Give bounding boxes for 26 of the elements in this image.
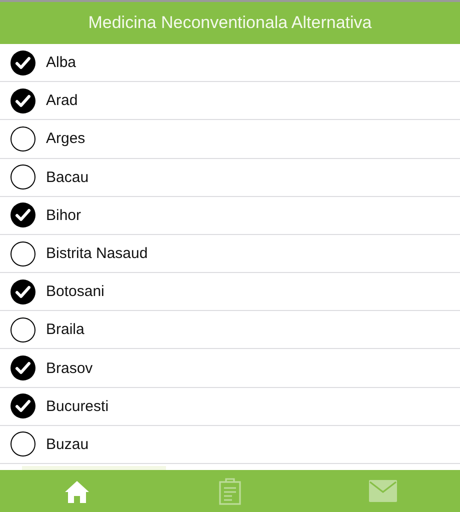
county-label: Bucuresti — [46, 398, 109, 415]
county-label: Brasov — [46, 360, 93, 377]
checked-circle-icon[interactable] — [10, 278, 36, 305]
mail-icon — [369, 480, 398, 502]
empty-circle-icon[interactable] — [10, 431, 36, 458]
checked-circle-icon[interactable] — [10, 355, 36, 382]
county-label: Braila — [46, 321, 84, 338]
county-label: Bihor — [46, 206, 82, 224]
checked-circle-icon[interactable] — [10, 393, 36, 420]
checked-circle-icon[interactable] — [10, 88, 36, 114]
county-label: Buzau — [46, 436, 89, 453]
county-label: Botosani — [46, 283, 104, 300]
county-label: Bacau — [46, 168, 89, 186]
header-title: Medicina Neconventionala Alternativa — [88, 12, 372, 33]
county-label: Alba — [46, 54, 76, 72]
checked-circle-icon[interactable] — [10, 202, 36, 228]
checked-circle-icon[interactable] — [10, 50, 36, 76]
clipboard-icon — [218, 478, 241, 505]
county-label: Bistrita Nasaud — [46, 245, 148, 262]
home-icon — [64, 480, 89, 503]
county-label: Arges — [46, 130, 86, 148]
empty-circle-icon[interactable] — [10, 126, 36, 152]
county-label: Arad — [46, 92, 78, 110]
empty-circle-icon[interactable] — [10, 240, 36, 266]
empty-circle-icon[interactable] — [10, 164, 36, 190]
empty-circle-icon[interactable] — [10, 316, 36, 343]
